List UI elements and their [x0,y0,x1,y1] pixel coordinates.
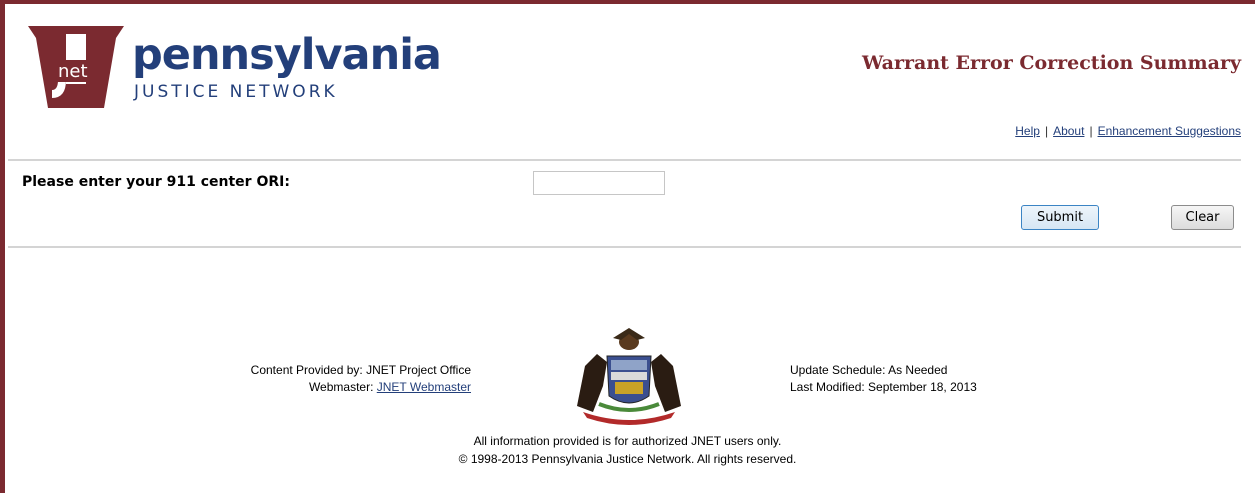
pennsylvania-coat-of-arms-icon [563,326,695,426]
footer-right: Update Schedule: As Needed Last Modified… [790,362,977,396]
last-modified-text: Last Modified: September 18, 2013 [790,380,977,394]
copyright-text: © 1998-2013 Pennsylvania Justice Network… [458,452,797,466]
help-link[interactable]: Help [1015,124,1040,138]
ori-label: Please enter your 911 center ORI: [22,174,290,190]
keystone-logo-icon: net [28,26,124,108]
webmaster-link[interactable]: JNET Webmaster [377,380,471,394]
brand-name: pennsylvania [132,30,442,80]
logo-mark-text: net [58,61,88,82]
authorized-users-notice: All information provided is for authoriz… [473,434,782,448]
footer-center: All information provided is for authoriz… [0,432,1255,468]
enhancement-suggestions-link[interactable]: Enhancement Suggestions [1098,124,1241,138]
content-provided-text: Content Provided by: JNET Project Office [250,363,471,377]
header-links: Help | About | Enhancement Suggestions [1015,124,1241,138]
clear-button[interactable]: Clear [1171,205,1234,230]
divider-top [8,159,1241,161]
link-separator: | [1089,124,1093,138]
footer-left: Content Provided by: JNET Project Office… [251,362,471,396]
webmaster-label: Webmaster: [308,380,374,394]
page-title: Warrant Error Correction Summary [861,52,1241,74]
divider-bottom [8,246,1241,248]
update-schedule-text: Update Schedule: As Needed [790,363,948,377]
submit-button[interactable]: Submit [1021,205,1099,230]
ori-input[interactable] [533,171,665,195]
link-separator: | [1044,124,1049,138]
jnet-logo: net pennsylvania JUSTICE NETWORK [28,20,442,112]
frame-border-left [0,0,5,493]
brand-subtitle: JUSTICE NETWORK [134,82,338,102]
about-link[interactable]: About [1053,124,1084,138]
frame-border-top [0,0,1255,4]
